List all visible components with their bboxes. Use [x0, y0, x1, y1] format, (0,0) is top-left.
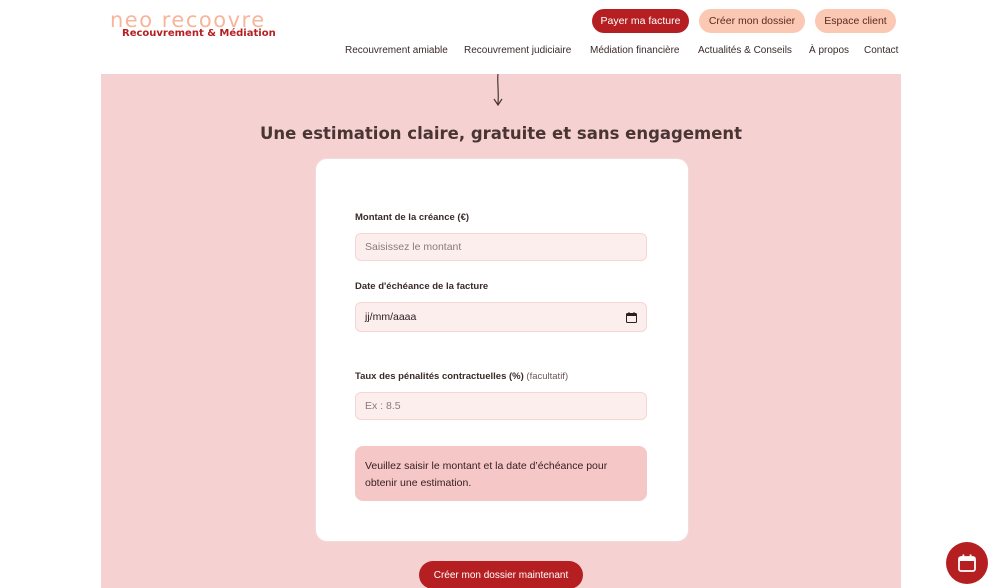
client-area-button[interactable]: Espace client — [815, 9, 896, 33]
calendar-icon[interactable] — [626, 312, 637, 323]
section-headline: Une estimation claire, gratuite et sans … — [259, 124, 743, 143]
penalty-rate-input[interactable] — [355, 392, 647, 420]
page: neo recoovre Recouvrement & Médiation Pa… — [0, 0, 1000, 588]
calendar-fab-icon — [958, 554, 976, 572]
create-file-button[interactable]: Créer mon dossier — [699, 9, 805, 33]
logo-tagline: Recouvrement & Médiation — [122, 28, 276, 39]
penalty-label: Taux des pénalités contractuelles (%) (f… — [355, 371, 568, 382]
logo[interactable]: neo recoovre Recouvrement & Médiation — [110, 8, 276, 44]
nav-item-amicable[interactable]: Recouvrement amiable — [345, 45, 448, 56]
nav-item-judicial[interactable]: Recouvrement judiciaire — [464, 45, 571, 56]
create-file-now-button[interactable]: Créer mon dossier maintenant — [419, 561, 583, 588]
due-date-input[interactable]: jj/mm/aaaa — [355, 302, 647, 332]
due-date-label: Date d'échéance de la facture — [355, 281, 489, 292]
arrow-down-icon — [493, 74, 503, 107]
appointment-fab-button[interactable] — [946, 542, 988, 584]
due-date-placeholder: jj/mm/aaaa — [365, 311, 417, 323]
pay-invoice-button[interactable]: Payer ma facture — [592, 9, 689, 33]
nav-item-news[interactable]: Actualités & Conseils — [698, 45, 792, 56]
amount-input[interactable] — [355, 233, 647, 261]
amount-label: Montant de la créance (€) — [355, 212, 470, 223]
nav-item-about[interactable]: À propos — [809, 45, 849, 56]
nav-item-contact[interactable]: Contact — [864, 45, 898, 56]
nav-item-mediation[interactable]: Médiation financière — [590, 45, 680, 56]
estimation-notice: Veuillez saisir le montant et la date d’… — [355, 446, 647, 501]
penalty-label-text: Taux des pénalités contractuelles (%) — [355, 371, 524, 382]
penalty-optional-text: (facultatif) — [526, 371, 569, 382]
site-header: neo recoovre Recouvrement & Médiation Pa… — [0, 0, 1000, 74]
